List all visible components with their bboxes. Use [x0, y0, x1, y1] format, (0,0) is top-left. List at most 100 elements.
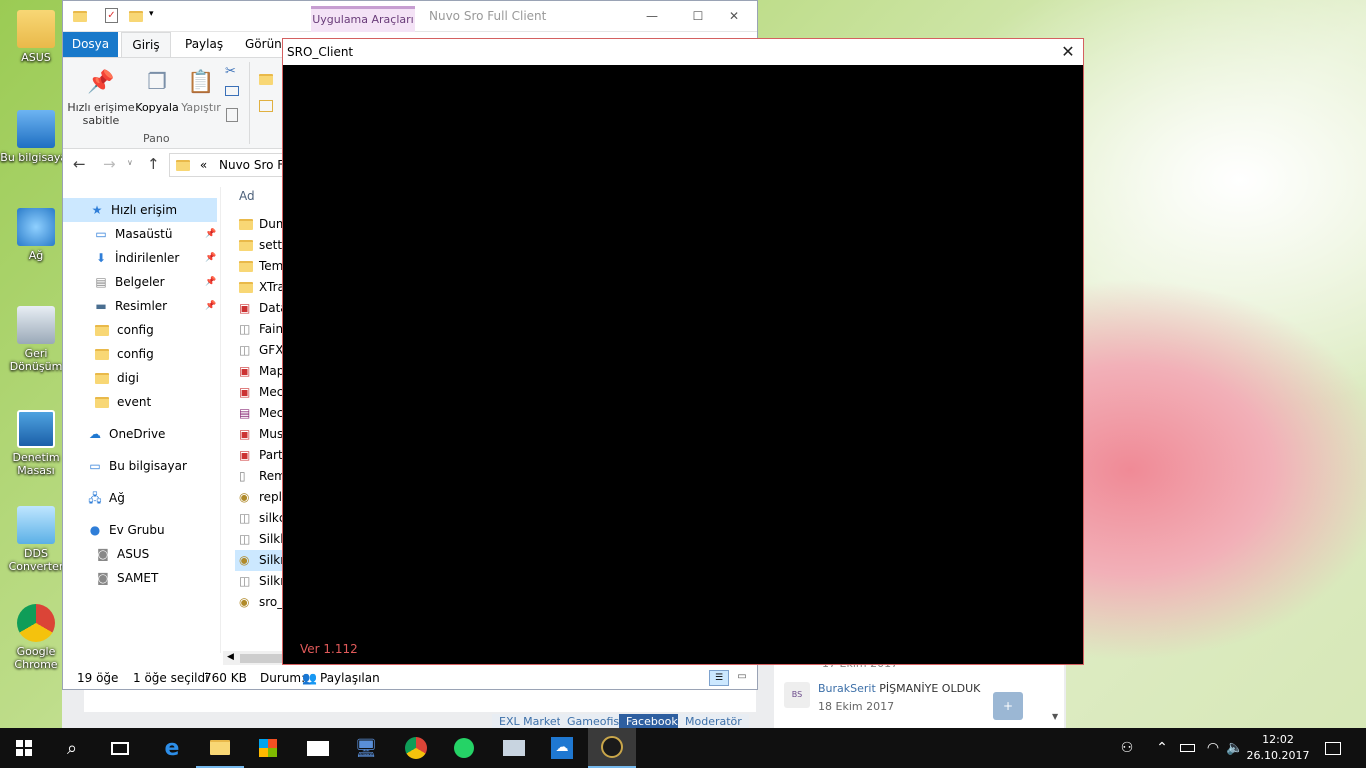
taskbar-onedrive[interactable]: ☁	[538, 728, 586, 768]
nav-network[interactable]: 🖧 Ağ	[63, 486, 125, 510]
file-row[interactable]: ▣ Map	[239, 361, 283, 382]
file-row[interactable]: ◫ GFX	[239, 340, 283, 361]
wifi-button[interactable]: ◠	[1202, 728, 1224, 768]
action-center-button[interactable]	[1318, 728, 1348, 768]
tab-file[interactable]: Dosya	[63, 32, 118, 57]
nav-item-event[interactable]: event	[63, 390, 151, 414]
taskbar-chrome[interactable]	[392, 728, 440, 768]
nav-item-digi[interactable]: digi	[63, 366, 139, 390]
battery-icon	[1179, 744, 1195, 752]
file-row[interactable]: ▣ Part	[239, 445, 283, 466]
details-view-button[interactable]: ☰	[709, 670, 729, 686]
sro-title-bar[interactable]: SRO_Client ✕	[283, 39, 1083, 65]
edge-icon: e	[164, 735, 180, 761]
pin-quick-access-button[interactable]: 📌 Hızlı erişime sabitle	[67, 64, 135, 127]
context-tab-app-tools[interactable]: Uygulama Araçları	[311, 6, 415, 32]
sro-client-window[interactable]: SRO_Client ✕ Ver 1.112	[282, 38, 1084, 665]
file-row[interactable]: ◉ sro_	[239, 592, 283, 613]
taskbar-whatsapp[interactable]	[440, 728, 488, 768]
file-row[interactable]: ◫ silkc	[239, 508, 283, 529]
taskbar-store[interactable]	[244, 728, 292, 768]
tab-home[interactable]: Giriş	[121, 32, 171, 57]
nav-item-desktop[interactable]: ▭ Masaüstü	[63, 222, 172, 246]
taskbar-file-explorer[interactable]	[196, 728, 244, 768]
nav-quick-access[interactable]: ★ Hızlı erişim	[63, 198, 217, 222]
qat-dropdown-icon[interactable]: ▾	[149, 9, 154, 19]
scroll-thumb[interactable]	[240, 654, 283, 663]
battery-button[interactable]	[1176, 728, 1198, 768]
paste-shortcut-icon[interactable]	[226, 108, 238, 122]
file-row[interactable]: ▤ Mec	[239, 403, 283, 424]
file-row[interactable]: ◫ Silkr	[239, 571, 283, 592]
scrollbar-down-arrow[interactable]: ▼	[1052, 712, 1058, 721]
post-user-link[interactable]: BurakSerit PİŞMANİYE OLDUK	[818, 682, 980, 695]
task-view-button[interactable]	[96, 728, 144, 768]
nav-item-config-2[interactable]: config	[63, 342, 154, 366]
new-folder-icon[interactable]	[129, 11, 143, 22]
minimize-button[interactable]: —	[629, 3, 675, 29]
search-button[interactable]: ⌕	[48, 728, 96, 768]
copy-button[interactable]: ❐ Kopyala	[135, 64, 179, 114]
mail-icon	[307, 740, 329, 756]
properties-icon[interactable]: ✓	[105, 8, 118, 23]
scroll-left-arrow[interactable]: ◀	[227, 652, 234, 662]
cut-icon[interactable]: ✂	[225, 64, 236, 79]
taskbar-edge[interactable]: e	[148, 728, 196, 768]
show-hidden-icons-button[interactable]: ⌃	[1152, 728, 1172, 768]
up-button[interactable]: ↑	[147, 155, 160, 173]
forward-button[interactable]: →	[103, 155, 116, 173]
paste-button[interactable]: 📋 Yapıştır	[179, 64, 223, 114]
taskbar-clock[interactable]: 12:02 26.10.2017	[1246, 732, 1310, 764]
quick-reply-button[interactable]: +	[993, 692, 1023, 720]
status-bar: 19 öğe 1 öğe seçildi 760 KB Durum: 👥 Pay…	[63, 665, 757, 689]
taskbar-monitor-app[interactable]	[490, 728, 538, 768]
pk2-file-icon: ▣	[239, 364, 251, 378]
people-button[interactable]: ⚇	[1114, 728, 1140, 768]
nav-item-downloads[interactable]: ⬇ İndirilenler	[63, 246, 179, 270]
recent-locations-icon[interactable]: ∨	[127, 158, 133, 167]
settings-file-icon: ◫	[239, 322, 251, 336]
nav-homegroup[interactable]: ● Ev Grubu	[63, 518, 165, 542]
file-row[interactable]: ▣Data	[239, 298, 283, 319]
tab-share[interactable]: Paylaş	[177, 32, 231, 57]
user-icon: ◙	[97, 547, 109, 561]
close-button[interactable]: ✕	[711, 3, 757, 29]
file-row[interactable]: Dum	[239, 214, 283, 235]
file-row[interactable]: ◫ Fain	[239, 319, 283, 340]
window-title: Nuvo Sro Full Client	[429, 9, 547, 23]
column-header-name[interactable]: Ad	[239, 189, 255, 203]
file-row[interactable]: XTra	[239, 277, 283, 298]
onedrive-icon: ☁	[551, 737, 573, 759]
nav-item-documents[interactable]: ▤ Belgeler	[63, 270, 164, 294]
nav-item-pictures[interactable]: ▬ Resimler	[63, 294, 167, 318]
nav-user-samet[interactable]: ◙ SAMET	[63, 566, 158, 590]
large-icons-view-button[interactable]: ▭	[733, 670, 751, 686]
nav-onedrive[interactable]: ☁ OneDrive	[63, 422, 165, 446]
copy-to-icon[interactable]	[259, 100, 273, 112]
file-row[interactable]: setti	[239, 235, 283, 256]
horizontal-scrollbar[interactable]: ◀	[223, 651, 283, 666]
taskbar-mail[interactable]	[294, 728, 342, 768]
file-row[interactable]: ▣ Mec	[239, 382, 283, 403]
move-to-icon[interactable]	[259, 74, 273, 85]
file-row[interactable]: ▣ Mus	[239, 424, 283, 445]
document-icon: ▤	[95, 275, 107, 289]
pk2-file-icon: ▣	[239, 427, 251, 441]
file-row[interactable]: ◉repla	[239, 487, 283, 508]
start-button[interactable]	[0, 728, 48, 768]
item-count: 19 öğe	[77, 671, 119, 685]
file-row[interactable]: ▯Rem	[239, 466, 283, 487]
volume-button[interactable]: 🔈	[1224, 728, 1246, 768]
nav-this-pc[interactable]: ▭ Bu bilgisayar	[63, 454, 187, 478]
file-row-selected[interactable]: ◉ Silkr	[235, 550, 283, 571]
file-row[interactable]: Tem	[239, 256, 283, 277]
sro-close-button[interactable]: ✕	[1053, 39, 1083, 65]
nav-user-asus[interactable]: ◙ ASUS	[63, 542, 149, 566]
nav-item-config[interactable]: config	[63, 318, 154, 342]
back-button[interactable]: ←	[73, 155, 86, 173]
file-row[interactable]: ◫ Silkl	[239, 529, 283, 550]
taskbar-sro-client[interactable]	[588, 728, 636, 768]
copy-path-icon[interactable]	[225, 86, 239, 96]
nav-pane-divider	[220, 187, 221, 653]
taskbar-network-app[interactable]: 🖥	[342, 728, 390, 768]
